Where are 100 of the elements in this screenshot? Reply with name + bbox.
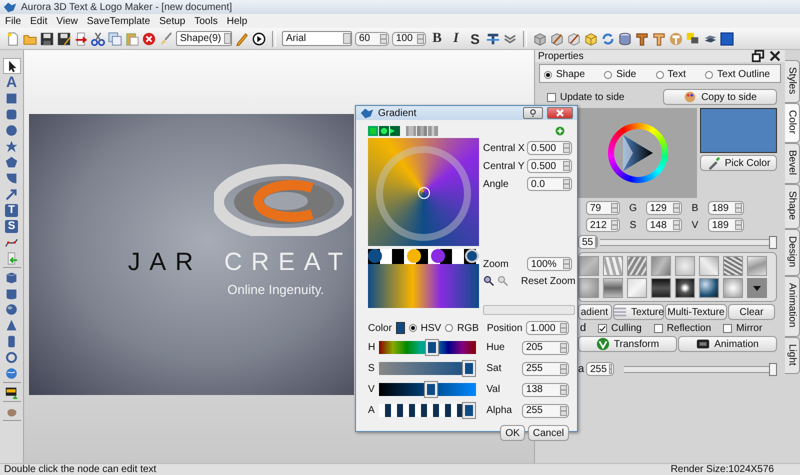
save-icon[interactable] — [40, 32, 54, 46]
cube-icon[interactable] — [584, 32, 598, 46]
copy-to-side-button[interactable]: Copy to side — [663, 89, 777, 105]
color-slider[interactable] — [379, 402, 476, 419]
slider-track[interactable] — [600, 236, 777, 248]
menu-item[interactable]: Help — [226, 16, 248, 26]
square-icon[interactable] — [720, 32, 734, 46]
radio-button[interactable]: Text — [656, 69, 686, 80]
t-shape-icon[interactable] — [635, 32, 649, 46]
checkbox[interactable]: Reflection — [654, 322, 712, 334]
close-icon[interactable] — [768, 49, 782, 63]
side-tab[interactable]: Bevel — [785, 143, 800, 184]
format-button[interactable]: B — [429, 30, 445, 46]
radio-button[interactable]: Shape — [544, 69, 585, 80]
pencil-cube-icon[interactable] — [550, 32, 564, 46]
number-field[interactable]: 255 — [522, 362, 569, 376]
texture-swatch[interactable] — [579, 256, 599, 276]
number-field[interactable]: 138 — [522, 382, 569, 396]
checkbox[interactable]: Culling — [598, 322, 642, 334]
color-triangle[interactable] — [620, 133, 654, 173]
gradient-preview[interactable] — [368, 138, 479, 246]
radio-button[interactable]: RGB — [445, 322, 479, 334]
shape-dropdown[interactable]: Shape(9) — [176, 31, 232, 46]
gradient-stop[interactable] — [465, 249, 479, 263]
slider-thumb[interactable] — [769, 362, 777, 376]
text-tool[interactable]: A — [2, 74, 20, 90]
format-button[interactable]: I — [448, 30, 464, 46]
side-tab[interactable]: Color — [785, 103, 800, 144]
color-swatch[interactable] — [396, 322, 405, 334]
number-field[interactable]: 1.000 — [526, 321, 569, 335]
number-field[interactable]: 255 — [586, 362, 614, 376]
menu-item[interactable]: Setup — [159, 16, 186, 26]
number-field[interactable]: 148 — [646, 218, 682, 232]
number-field[interactable]: 0.0 — [527, 177, 572, 191]
color-slider[interactable] — [379, 381, 476, 398]
color-slider[interactable] — [379, 339, 476, 356]
texture-swatch[interactable] — [675, 256, 695, 276]
slider-thumb[interactable] — [462, 360, 476, 377]
side-tab[interactable]: Animation — [785, 276, 800, 337]
action-button[interactable]: Transform — [578, 336, 677, 352]
close-button[interactable] — [547, 107, 573, 119]
dialog-button[interactable]: Cancel — [528, 425, 569, 441]
slider-thumb[interactable] — [769, 236, 777, 248]
menu-item[interactable]: Tools — [194, 16, 218, 26]
color-slider[interactable] — [379, 360, 476, 377]
slider-thumb[interactable] — [425, 339, 440, 356]
format-button[interactable]: S — [467, 30, 483, 46]
gradient-stop[interactable] — [406, 249, 421, 263]
text-style-icon[interactable] — [486, 32, 500, 46]
new-file-icon[interactable] — [6, 32, 20, 46]
texture-swatch[interactable] — [603, 256, 623, 276]
float-icon[interactable] — [751, 49, 765, 63]
save-as-icon[interactable] — [57, 32, 71, 46]
radio-button[interactable]: Text Outline — [705, 69, 770, 80]
number-field[interactable]: 129 — [646, 201, 682, 215]
texture-swatch[interactable] — [651, 278, 671, 298]
number-field[interactable]: 189 — [708, 201, 744, 215]
cut-icon[interactable] — [91, 32, 105, 46]
font-size-field[interactable]: 60 — [355, 32, 389, 46]
texture-swatch[interactable] — [579, 278, 599, 298]
texture-swatch[interactable] — [723, 256, 743, 276]
play-icon[interactable] — [252, 32, 266, 46]
pencil-icon[interactable] — [235, 32, 249, 46]
number-field[interactable]: 79 — [586, 201, 620, 215]
text-tool[interactable]: S — [2, 218, 20, 234]
number-field[interactable]: 55 — [578, 235, 598, 249]
font-dropdown[interactable]: Arial — [282, 31, 352, 46]
slider-thumb[interactable] — [424, 381, 438, 398]
number-field[interactable]: 189 — [708, 218, 744, 232]
pointer-tool[interactable] — [2, 58, 20, 74]
paste-icon[interactable] — [125, 32, 139, 46]
texture-swatch[interactable] — [651, 256, 671, 276]
fill-button[interactable]: Multi-Texture — [665, 304, 727, 320]
delete-icon[interactable] — [142, 32, 156, 46]
cylinder-icon[interactable] — [618, 32, 632, 46]
fill-button[interactable]: adient — [578, 304, 612, 320]
cube-icon[interactable] — [533, 32, 547, 46]
dialog-button[interactable]: OK — [500, 425, 525, 441]
checkbox[interactable]: Update to side — [547, 92, 624, 102]
number-field[interactable]: 255 — [522, 404, 569, 418]
copy-icon[interactable] — [108, 32, 122, 46]
arrange-icon[interactable] — [686, 32, 700, 46]
pick-color-button[interactable]: Pick Color — [700, 155, 777, 171]
menu-item[interactable]: File — [5, 16, 22, 26]
export-icon[interactable] — [74, 32, 88, 46]
gradient-stop[interactable] — [368, 249, 382, 263]
texture-swatch[interactable] — [675, 278, 695, 298]
menu-item[interactable]: SaveTemplate — [86, 16, 150, 26]
number-field[interactable]: 0.500 — [527, 141, 572, 155]
corner-preset-icon[interactable] — [390, 126, 400, 136]
text-tool[interactable]: T — [2, 202, 20, 218]
gradient-bar[interactable] — [368, 264, 479, 308]
scale-field[interactable]: 100 — [392, 32, 426, 46]
texture-swatch[interactable] — [723, 278, 743, 298]
rotate-icon[interactable] — [601, 32, 615, 46]
number-field[interactable]: 205 — [522, 340, 569, 354]
slider-track[interactable] — [624, 362, 777, 376]
brush-icon[interactable] — [159, 32, 173, 46]
texture-swatch[interactable] — [699, 256, 719, 276]
side-tab[interactable]: Light — [785, 336, 800, 374]
